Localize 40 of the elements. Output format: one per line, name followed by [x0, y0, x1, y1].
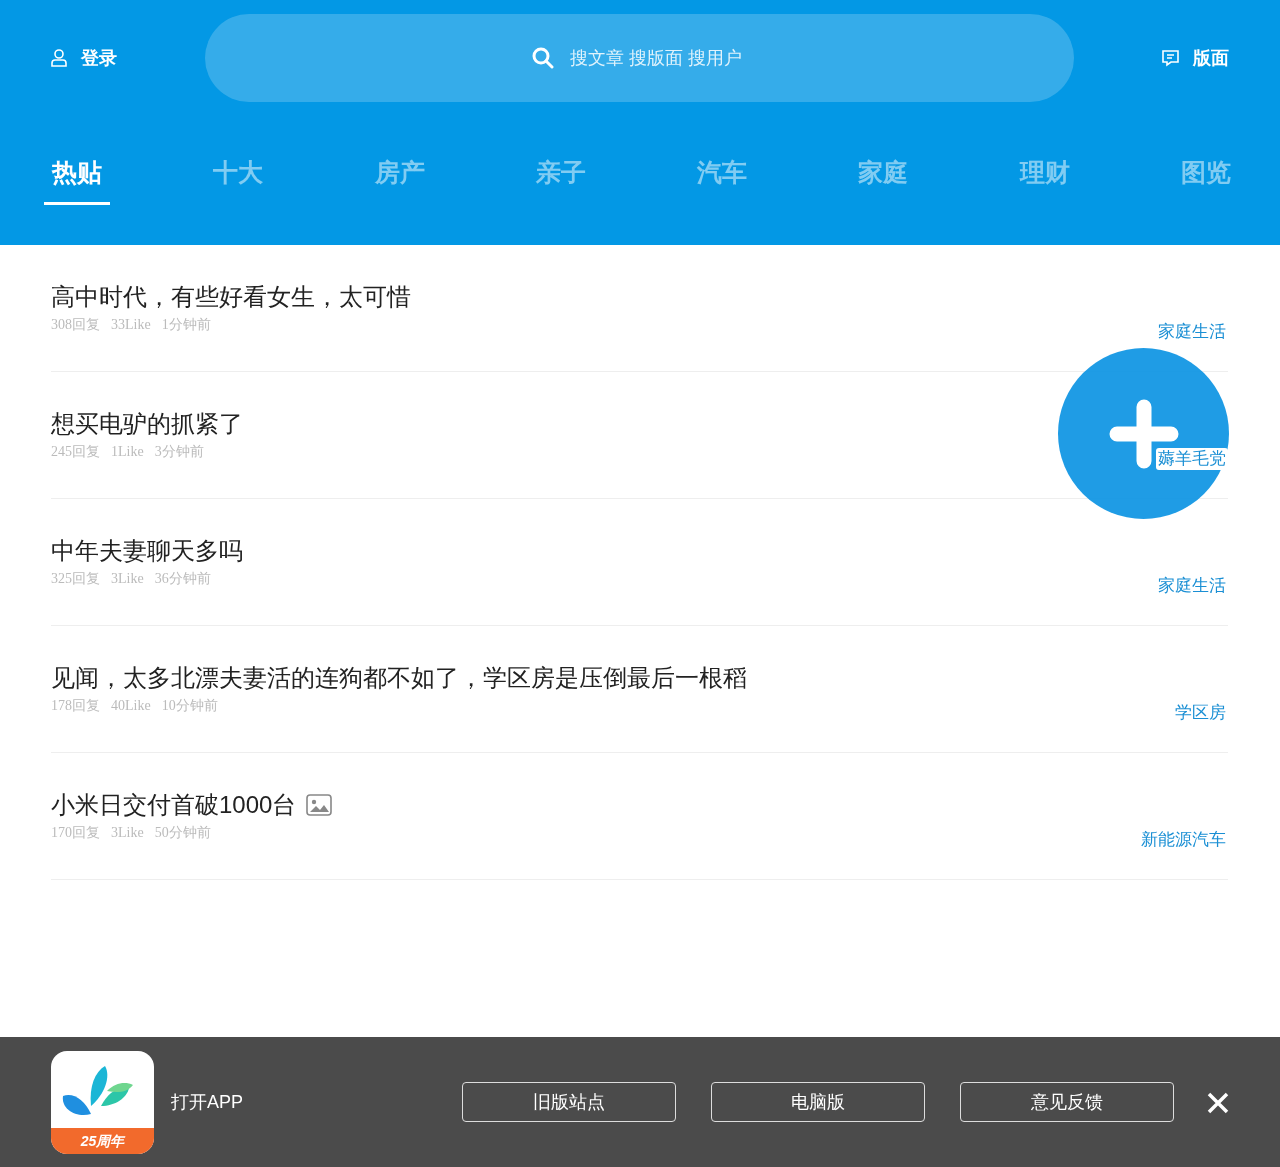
user-icon — [51, 49, 67, 67]
search-field[interactable]: 搜文章 搜版面 搜用户 — [205, 14, 1074, 102]
like-count: 1Like — [111, 443, 144, 462]
reply-count: 178回复 — [51, 697, 100, 716]
search-input[interactable]: 搜文章 搜版面 搜用户 — [567, 43, 748, 73]
like-count: 40Like — [111, 697, 151, 716]
footer-button[interactable]: 电脑版 — [711, 1082, 925, 1122]
post-title[interactable]: 见闻，太多北漂夫妻活的连狗都不如了，学区房是压倒最后一根稻 — [51, 661, 747, 694]
post-title[interactable]: 高中时代，有些好看女生，太可惜 — [51, 280, 411, 313]
message-icon — [1162, 49, 1179, 67]
post-time: 3分钟前 — [154, 443, 204, 462]
footer-button[interactable]: 意见反馈 — [960, 1082, 1174, 1122]
login-link[interactable]: 登录 — [51, 44, 117, 72]
post-title[interactable]: 中年夫妻聊天多吗 — [51, 534, 243, 567]
open-app-link[interactable]: 打开APP — [171, 1088, 244, 1116]
post-time: 36分钟前 — [154, 570, 211, 589]
boards-link[interactable]: 版面 — [1162, 44, 1229, 72]
close-icon — [1207, 1091, 1229, 1114]
board-link[interactable]: 薅羊毛党 — [1156, 447, 1228, 470]
post-time: 10分钟前 — [161, 697, 218, 716]
like-count: 33Like — [111, 316, 151, 335]
post-title[interactable]: 想买电驴的抓紧了 — [51, 407, 243, 440]
board-link[interactable]: 家庭生活 — [1156, 574, 1228, 597]
close-button[interactable] — [1207, 1090, 1229, 1114]
reply-count: 308回复 — [51, 316, 100, 335]
reply-count: 170回复 — [51, 824, 100, 843]
board-link[interactable]: 家庭生活 — [1156, 320, 1228, 343]
anniversary-badge: 25周年 — [51, 1127, 154, 1154]
post-title[interactable]: 小米日交付首破1000台 — [51, 788, 297, 821]
category-tab[interactable]: 热贴 — [44, 154, 110, 205]
post-time: 50分钟前 — [154, 824, 211, 843]
reply-count: 245回复 — [51, 443, 100, 462]
like-count: 3Like — [111, 824, 144, 843]
like-count: 3Like — [111, 570, 144, 589]
reply-count: 325回复 — [51, 570, 100, 589]
footer-button[interactable]: 旧版站点 — [462, 1082, 676, 1122]
board-link[interactable]: 学区房 — [1173, 701, 1228, 724]
board-link[interactable]: 新能源汽车 — [1139, 828, 1228, 851]
search-icon — [531, 47, 554, 69]
post-time: 1分钟前 — [161, 316, 211, 335]
